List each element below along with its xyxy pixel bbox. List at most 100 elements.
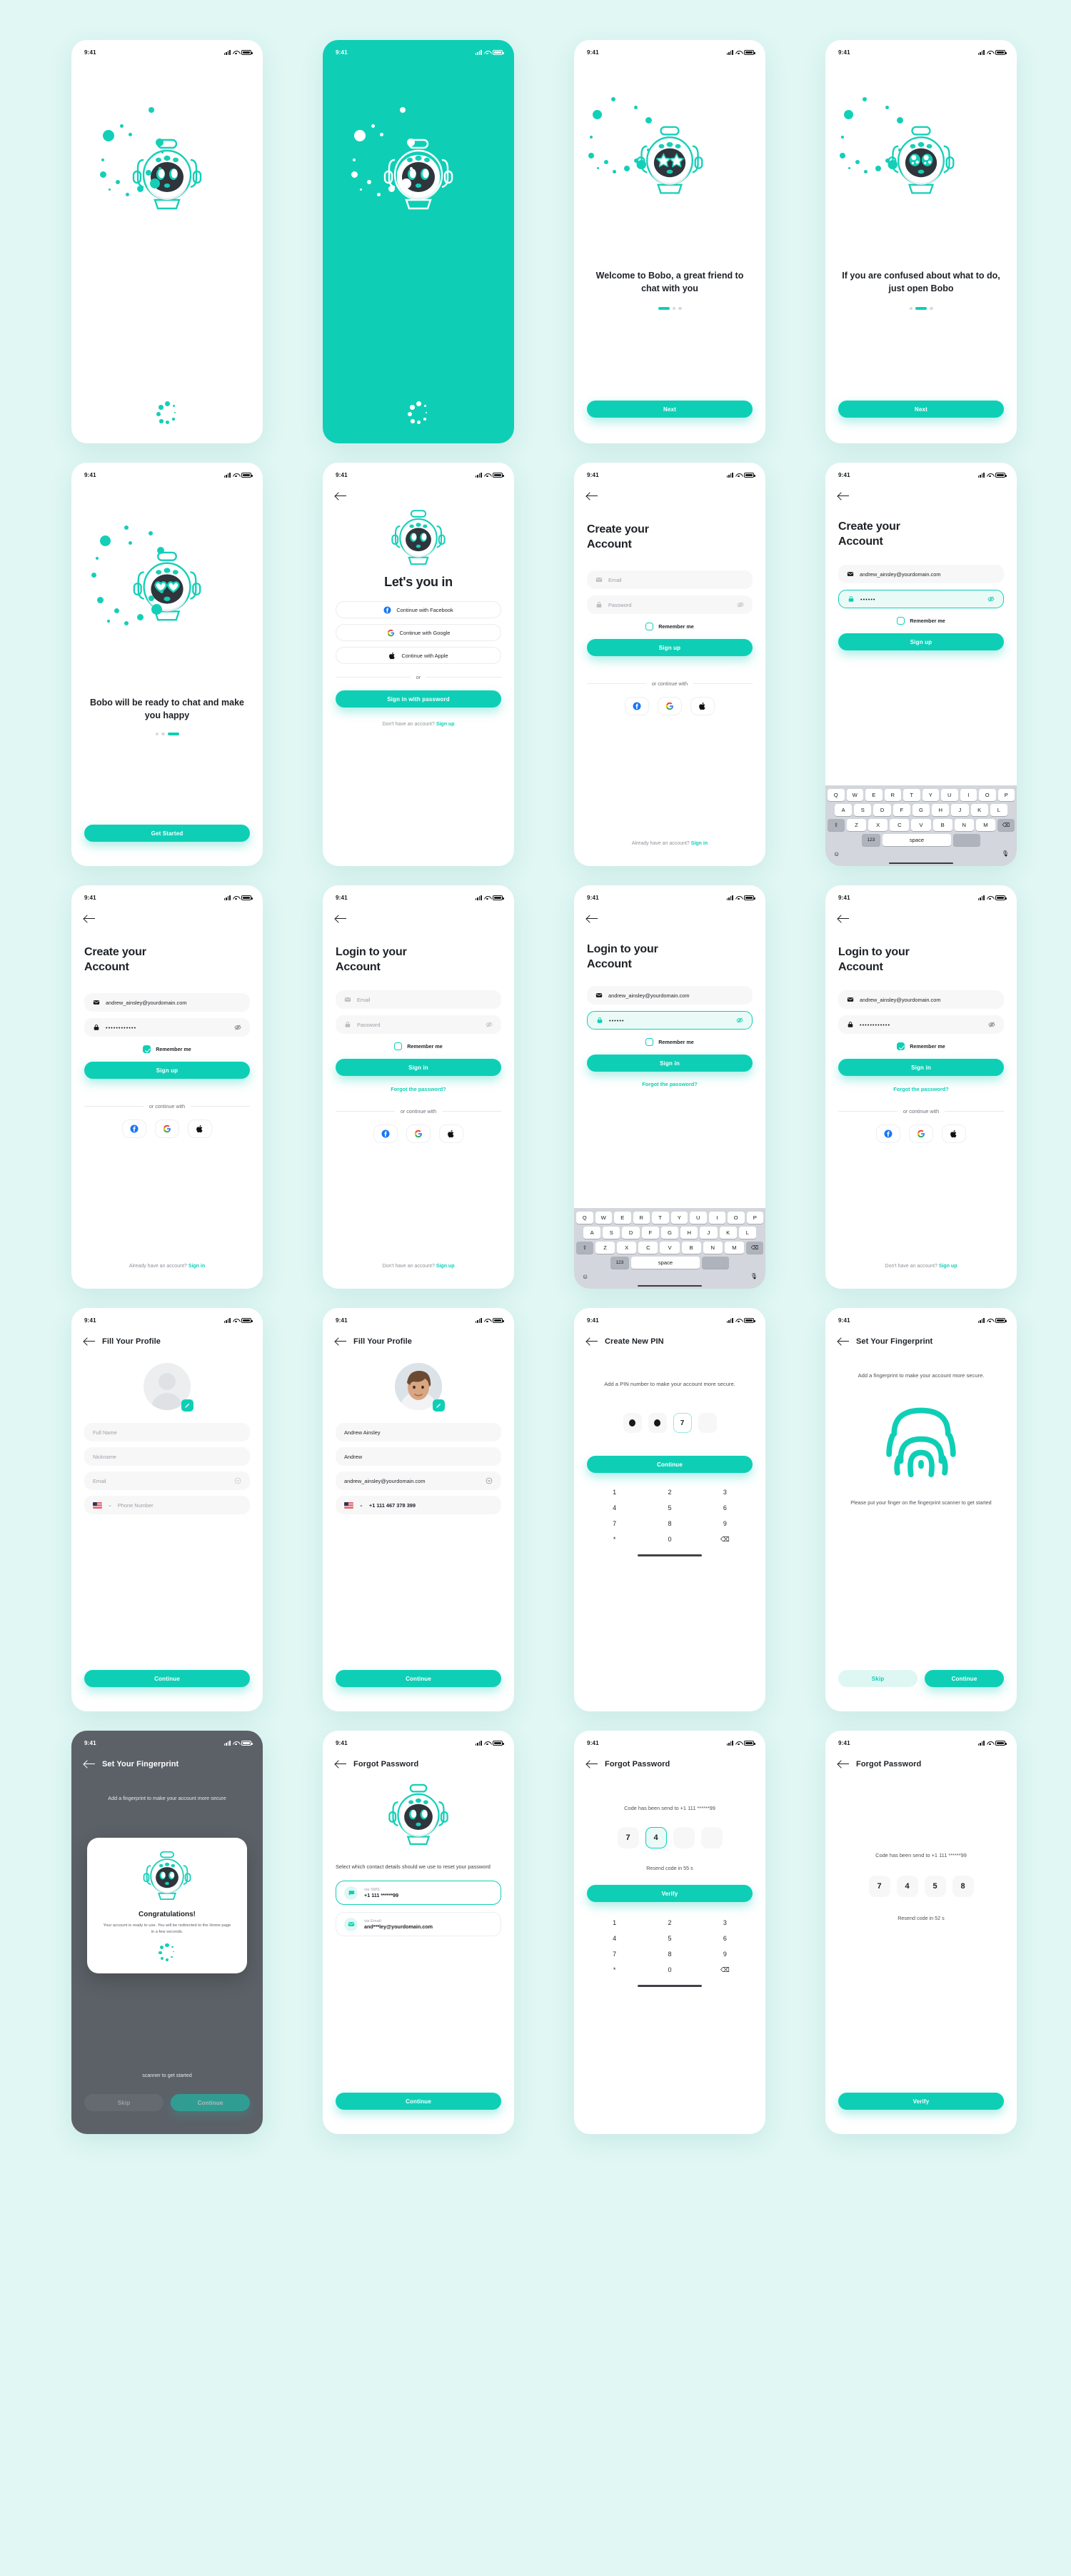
remember-me-checkbox[interactable] (897, 617, 905, 625)
key-y[interactable]: Y (670, 1211, 688, 1224)
back-arrow-icon[interactable] (84, 1759, 95, 1769)
edit-avatar-button[interactable] (181, 1399, 193, 1412)
back-bar[interactable]: Forgot Password (825, 1749, 1017, 1769)
next-button[interactable]: Next (587, 401, 753, 418)
sign-up-link[interactable]: Sign up (939, 1264, 957, 1269)
key-5[interactable]: 5 (642, 1931, 697, 1946)
continue-button[interactable]: Continue (925, 1670, 1004, 1687)
key-w[interactable]: W (595, 1211, 612, 1224)
key-9[interactable]: 9 (698, 1946, 753, 1962)
back-arrow-icon[interactable] (838, 914, 849, 923)
otp-box-1[interactable]: 7 (617, 1826, 639, 1848)
sign-in-link[interactable]: Sign in (188, 1264, 205, 1269)
key-y[interactable]: Y (922, 788, 939, 801)
microphone-icon[interactable]: 🎙 (750, 1273, 758, 1279)
email-field[interactable]: andrew_ainsley@yourdomain.com (838, 990, 1004, 1010)
facebook-button[interactable] (876, 1125, 900, 1144)
sign-up-button[interactable]: Sign up (838, 633, 1004, 651)
key-o[interactable]: O (728, 1211, 745, 1224)
otp-box-2[interactable]: 4 (645, 1826, 667, 1848)
key-4[interactable]: 4 (587, 1500, 642, 1516)
skip-button[interactable]: Skip (84, 2094, 164, 2111)
back-bar[interactable] (825, 481, 1017, 500)
eye-off-icon[interactable] (737, 601, 744, 608)
otp-box-4[interactable]: 8 (952, 1875, 974, 1897)
key-delete[interactable]: ⌫ (698, 1962, 753, 1978)
contact-option-sms[interactable]: via SMS: +1 111 ******99 (336, 1881, 501, 1906)
pin-box-2[interactable] (648, 1413, 667, 1434)
key-b[interactable]: B (932, 818, 952, 831)
continue-button[interactable]: Continue (84, 1670, 250, 1687)
microphone-icon[interactable]: 🎙 (1002, 850, 1009, 857)
key-o[interactable]: O (979, 788, 996, 801)
numeric-keypad[interactable]: 1 2 3 4 5 6 7 8 9 * 0 ⌫ (574, 1915, 765, 1978)
apple-button[interactable] (690, 697, 715, 716)
key-z[interactable]: Z (847, 818, 867, 831)
key-u[interactable]: U (941, 788, 958, 801)
password-field[interactable]: Password (336, 1015, 501, 1035)
key-e[interactable]: E (614, 1211, 631, 1224)
otp-box-1[interactable]: 7 (868, 1875, 890, 1897)
email-field[interactable]: andrew_ainsley@yourdomain.com (587, 986, 753, 1005)
otp-boxes[interactable]: 7 4 (574, 1826, 765, 1848)
return-key[interactable] (953, 833, 980, 846)
numbers-key[interactable]: 123 (610, 1256, 629, 1269)
back-bar[interactable]: Fill Your Profile (71, 1327, 263, 1346)
get-started-button[interactable]: Get Started (84, 825, 250, 842)
key-f[interactable]: F (641, 1226, 659, 1239)
remember-me-row[interactable]: Remember me (838, 1042, 1004, 1051)
key-3[interactable]: 3 (698, 1915, 753, 1931)
password-field[interactable]: •••••• (838, 590, 1004, 609)
eye-off-icon[interactable] (486, 1021, 493, 1028)
skip-button[interactable]: Skip (838, 1670, 917, 1687)
page-indicator[interactable] (574, 306, 765, 310)
back-arrow-icon[interactable] (587, 491, 598, 500)
remember-me-checkbox[interactable] (394, 1042, 403, 1051)
back-arrow-icon[interactable] (838, 1759, 849, 1769)
key-j[interactable]: J (700, 1226, 718, 1239)
google-button[interactable] (155, 1120, 179, 1139)
key-s[interactable]: S (854, 803, 872, 816)
key-r[interactable]: R (633, 1211, 650, 1224)
forgot-password-link[interactable]: Forgot the password? (838, 1086, 1004, 1092)
back-bar[interactable]: Forgot Password (323, 1749, 514, 1769)
back-arrow-icon[interactable] (587, 914, 598, 923)
continue-with-facebook-button[interactable]: Continue with Facebook (336, 601, 501, 618)
contact-option-email[interactable]: via Email: and***ley@yourdomain.com (336, 1912, 501, 1937)
key-w[interactable]: W (846, 788, 863, 801)
key-r[interactable]: R (884, 788, 901, 801)
remember-me-checkbox[interactable] (897, 1042, 905, 1051)
country-chevron-icon[interactable]: ⌄ (359, 1502, 363, 1508)
eye-off-icon[interactable] (987, 595, 995, 603)
email-field[interactable]: Email (587, 570, 753, 590)
apple-button[interactable] (188, 1120, 212, 1139)
apple-button[interactable] (942, 1125, 966, 1144)
chevron-down-icon[interactable] (486, 1477, 493, 1484)
key-t[interactable]: T (652, 1211, 669, 1224)
email-field[interactable]: andrew_ainsley@yourdomain.com (84, 993, 250, 1012)
facebook-button[interactable] (122, 1120, 146, 1139)
back-bar[interactable] (825, 904, 1017, 923)
eye-off-icon[interactable] (234, 1024, 241, 1031)
key-x[interactable]: X (617, 1241, 637, 1254)
avatar-wrapper[interactable] (395, 1363, 445, 1412)
full-name-field[interactable]: Full Name (84, 1423, 250, 1442)
remember-me-checkbox[interactable] (143, 1045, 151, 1054)
back-bar[interactable]: Set Your Fingerprint (71, 1749, 263, 1769)
google-button[interactable] (658, 697, 682, 716)
sign-in-button[interactable]: Sign in (336, 1059, 501, 1077)
key-j[interactable]: J (951, 803, 969, 816)
key-x[interactable]: X (868, 818, 888, 831)
back-bar[interactable]: Forgot Password (574, 1749, 765, 1769)
return-key[interactable] (702, 1256, 729, 1269)
remember-me-row[interactable]: Remember me (336, 1042, 501, 1051)
key-n[interactable]: N (954, 818, 974, 831)
key-asterisk[interactable]: * (587, 1531, 642, 1547)
key-delete[interactable]: ⌫ (698, 1531, 753, 1547)
key-n[interactable]: N (703, 1241, 723, 1254)
google-button[interactable] (909, 1125, 933, 1144)
key-f[interactable]: F (892, 803, 910, 816)
key-v[interactable]: V (911, 818, 931, 831)
sign-up-button[interactable]: Sign up (84, 1062, 250, 1080)
otp-box-3[interactable] (673, 1826, 695, 1848)
